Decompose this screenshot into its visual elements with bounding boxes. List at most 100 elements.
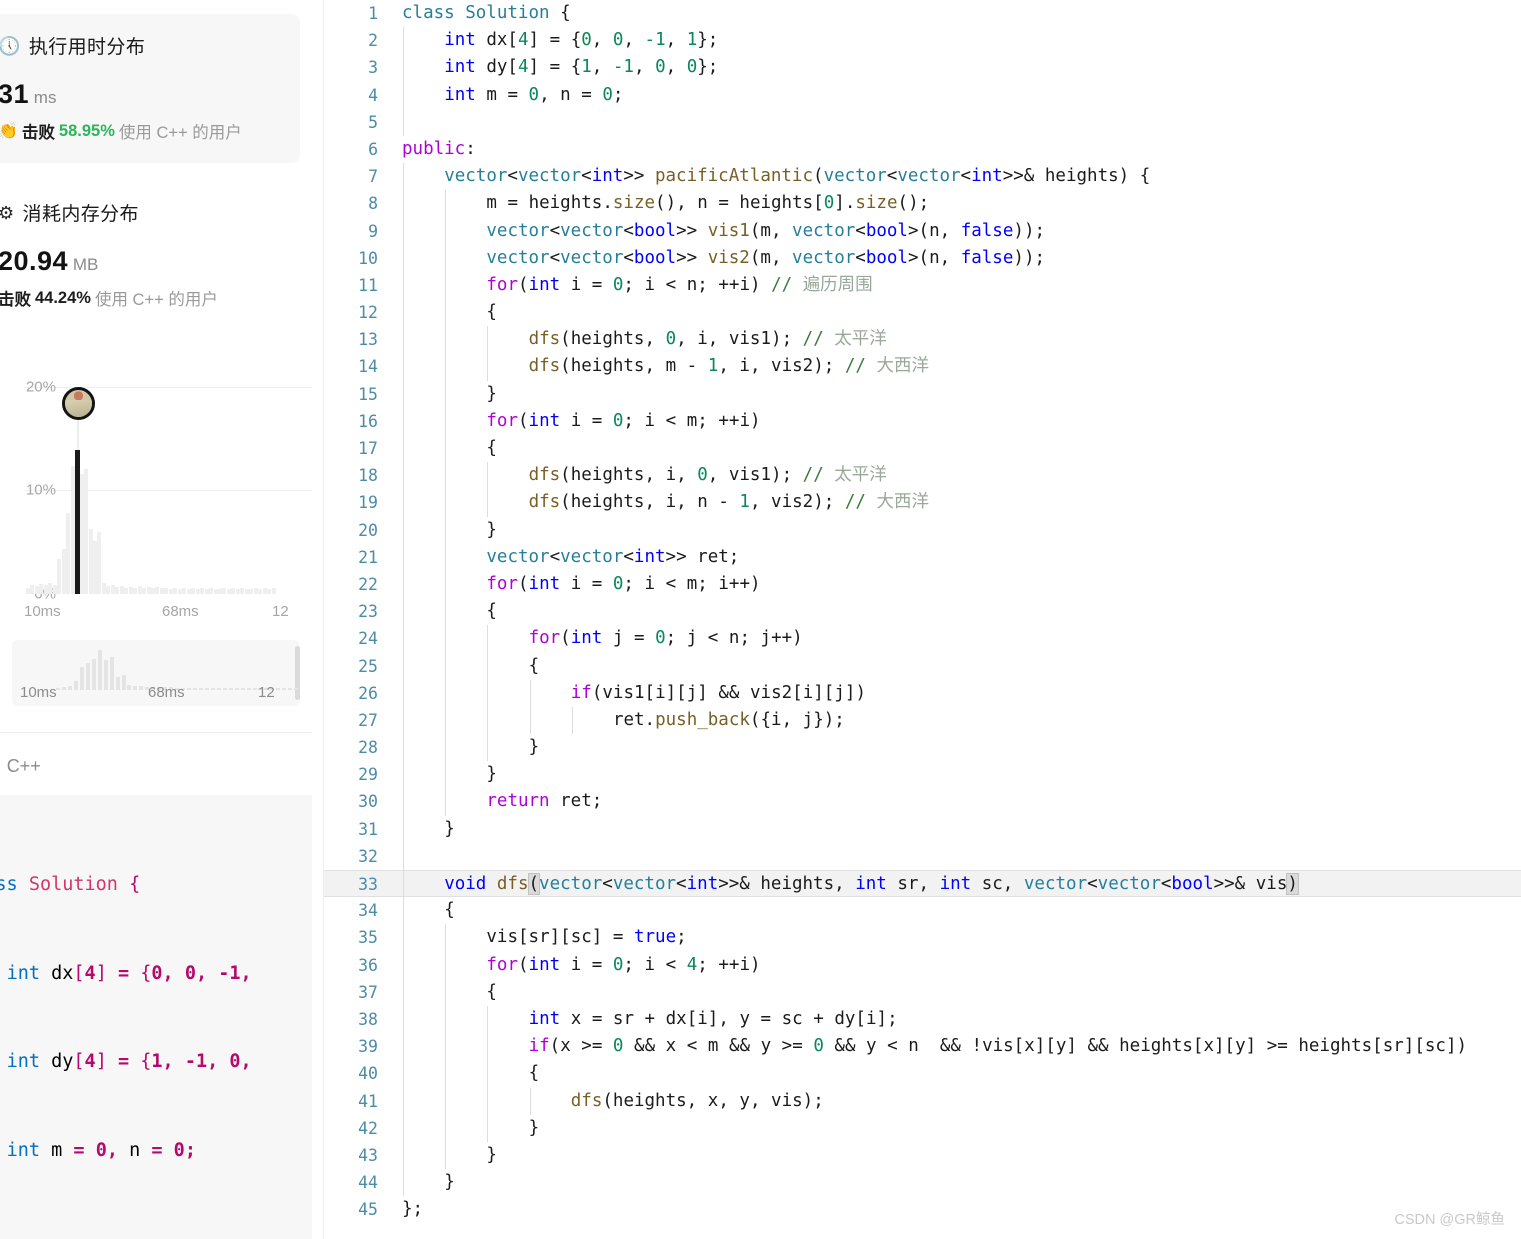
code-editor[interactable]: 1 class Solution {2 int dx[4] = {0, 0, -1… bbox=[324, 0, 1521, 1239]
editor-line[interactable]: 22 for(int i = 0; i < m; i++) bbox=[324, 570, 1521, 599]
range-slider-handle[interactable] bbox=[295, 646, 300, 700]
avatar[interactable] bbox=[62, 386, 96, 420]
editor-line[interactable]: 44 } bbox=[324, 1169, 1521, 1197]
editor-line[interactable]: 38 int x = sr + dx[i], y = sc + dy[i]; bbox=[324, 1005, 1521, 1034]
editor-line[interactable]: 31 } bbox=[324, 815, 1521, 843]
histogram-bar[interactable] bbox=[159, 587, 164, 594]
editor-line[interactable]: 3 int dy[4] = {1, -1, 0, 0}; bbox=[324, 54, 1521, 82]
editor-line[interactable]: 42 } bbox=[324, 1114, 1521, 1142]
editor-line[interactable]: 23 { bbox=[324, 598, 1521, 626]
histogram-bar[interactable] bbox=[115, 586, 120, 594]
histogram-bar[interactable] bbox=[151, 587, 155, 594]
code-preview-block[interactable]: class Solution { int dx[4] = {0, 0, -1, … bbox=[0, 795, 312, 1239]
histogram-bar[interactable] bbox=[222, 587, 227, 594]
histogram-bar[interactable] bbox=[119, 585, 124, 594]
editor-line[interactable]: 15 } bbox=[324, 380, 1521, 408]
histogram-bar[interactable] bbox=[258, 588, 263, 594]
editor-line[interactable]: 6 public: bbox=[324, 136, 1521, 163]
editor-line[interactable]: 34 { bbox=[324, 897, 1521, 925]
histogram-bar[interactable] bbox=[249, 588, 254, 594]
editor-line[interactable]: 32 bbox=[324, 842, 1521, 870]
editor-line[interactable]: 21 vector<vector<int>> ret; bbox=[324, 543, 1521, 571]
editor-line[interactable]: 5 bbox=[324, 108, 1521, 136]
histogram-bar[interactable] bbox=[142, 587, 147, 594]
histogram-bar[interactable] bbox=[186, 588, 191, 594]
histogram-bar[interactable] bbox=[97, 531, 102, 594]
editor-line[interactable]: 43 } bbox=[324, 1141, 1521, 1170]
editor-line[interactable]: 24 for(int j = 0; j < n; j++) bbox=[324, 625, 1521, 653]
editor-line[interactable]: 41 dfs(heights, x, y, vis); bbox=[324, 1087, 1521, 1115]
editor-line[interactable]: 27 ret.push_back({i, j}); bbox=[324, 706, 1521, 735]
histogram-bar[interactable] bbox=[79, 473, 84, 594]
editor-line[interactable]: 19 dfs(heights, i, n - 1, vis2); // 大西洋 bbox=[324, 489, 1521, 517]
histogram-bar[interactable] bbox=[84, 468, 89, 594]
editor-line[interactable]: 7 vector<vector<int>> pacificAtlantic(ve… bbox=[324, 163, 1521, 191]
histogram-bar[interactable] bbox=[70, 465, 75, 594]
histogram-bar[interactable] bbox=[26, 587, 30, 594]
histogram-bar[interactable] bbox=[240, 587, 245, 594]
histogram-bar[interactable] bbox=[52, 584, 57, 594]
histogram-bar[interactable] bbox=[271, 587, 276, 594]
editor-line[interactable]: 18 dfs(heights, i, 0, vis1); // 太平洋 bbox=[324, 462, 1521, 490]
runtime-distribution-card[interactable]: 🕔 执行用时分布 31 ms 👏 击败 58.95% 使用 C++ 的用户 bbox=[0, 14, 300, 163]
histogram-bar[interactable] bbox=[48, 582, 53, 594]
histogram-bar[interactable] bbox=[34, 585, 39, 594]
editor-line[interactable]: 45}; bbox=[324, 1196, 1521, 1223]
editor-line[interactable]: 25 { bbox=[324, 652, 1521, 680]
editor-line[interactable]: 20 } bbox=[324, 516, 1521, 544]
histogram-bar[interactable] bbox=[164, 587, 169, 594]
editor-line[interactable]: 9 vector<vector<bool>> vis1(m, vector<bo… bbox=[324, 217, 1521, 245]
histogram-bar[interactable] bbox=[30, 584, 35, 594]
editor-line[interactable]: 10 vector<vector<bool>> vis2(m, vector<b… bbox=[324, 244, 1521, 272]
histogram-bar[interactable] bbox=[173, 587, 178, 594]
memory-distribution-card[interactable]: ⚙ 消耗内存分布 20.94 MB 击败 44.24% 使用 C++ 的用户 bbox=[0, 177, 300, 330]
editor-line[interactable]: 37 { bbox=[324, 978, 1521, 1006]
histogram-bar[interactable] bbox=[146, 586, 151, 594]
editor-line[interactable]: 35 vis[sr][sc] = true; bbox=[324, 924, 1521, 952]
editor-line[interactable]: 14 dfs(heights, m - 1, i, vis2); // 大西洋 bbox=[324, 353, 1521, 381]
histogram-bar[interactable] bbox=[137, 585, 142, 594]
histogram-bar[interactable] bbox=[43, 584, 48, 594]
editor-line[interactable]: 40 { bbox=[324, 1060, 1521, 1088]
editor-line[interactable]: 30 return ret; bbox=[324, 788, 1521, 816]
histogram-bar[interactable] bbox=[168, 588, 173, 594]
histogram-bar[interactable] bbox=[106, 585, 111, 594]
editor-line[interactable]: 11 for(int i = 0; i < n; ++i) // 遍历周围 bbox=[324, 271, 1521, 300]
editor-line[interactable]: 1 class Solution { bbox=[324, 0, 1521, 27]
histogram-bar[interactable] bbox=[182, 587, 187, 594]
histogram-bar[interactable] bbox=[133, 587, 138, 594]
histogram-bar[interactable] bbox=[253, 587, 258, 594]
histogram-bar[interactable] bbox=[155, 586, 160, 594]
histogram-bar[interactable] bbox=[195, 588, 200, 594]
histogram-bar[interactable] bbox=[61, 549, 66, 594]
histogram-bar[interactable] bbox=[262, 587, 267, 594]
histogram-bar[interactable] bbox=[66, 513, 71, 594]
histogram-bar[interactable] bbox=[110, 584, 115, 594]
histogram-range-slider[interactable]: 10ms 68ms 12 bbox=[12, 640, 300, 706]
histogram-bar[interactable] bbox=[39, 583, 44, 594]
histogram-bar[interactable] bbox=[88, 528, 93, 594]
histogram-bar[interactable] bbox=[244, 588, 249, 594]
editor-line[interactable]: 4 int m = 0, n = 0; bbox=[324, 81, 1521, 109]
histogram-bar-selected[interactable] bbox=[75, 449, 81, 594]
editor-line[interactable]: 36 for(int i = 0; i < 4; ++i) bbox=[324, 951, 1521, 979]
histogram-bar[interactable] bbox=[101, 582, 106, 594]
editor-line[interactable]: 29 } bbox=[324, 761, 1521, 789]
editor-line[interactable]: 26 if(vis1[i][j] && vis2[i][j]) bbox=[324, 679, 1521, 707]
editor-line[interactable]: 39 if(x >= 0 && x < m && y >= 0 && y < n… bbox=[324, 1033, 1521, 1061]
editor-line-active[interactable]: 33 void dfs(vector<vector<int>>& heights… bbox=[324, 870, 1521, 899]
histogram-bar[interactable] bbox=[209, 587, 214, 594]
histogram-bar[interactable] bbox=[204, 588, 209, 594]
histogram-bar[interactable] bbox=[124, 587, 129, 594]
histogram-bar[interactable] bbox=[217, 588, 222, 594]
editor-line[interactable]: 28 } bbox=[324, 734, 1521, 762]
histogram-bar[interactable] bbox=[92, 541, 97, 594]
editor-line[interactable]: 8 m = heights.size(), n = heights[0].siz… bbox=[324, 190, 1521, 218]
editor-line[interactable]: 2 int dx[4] = {0, 0, -1, 1}; bbox=[324, 27, 1521, 55]
histogram-bar[interactable] bbox=[191, 587, 196, 594]
editor-line[interactable]: 12 { bbox=[324, 299, 1521, 327]
histogram-bar[interactable] bbox=[235, 588, 240, 594]
histogram-bar[interactable] bbox=[231, 587, 236, 594]
histogram-bar[interactable] bbox=[128, 586, 133, 594]
editor-line[interactable]: 13 dfs(heights, 0, i, vis1); // 太平洋 bbox=[324, 326, 1521, 354]
